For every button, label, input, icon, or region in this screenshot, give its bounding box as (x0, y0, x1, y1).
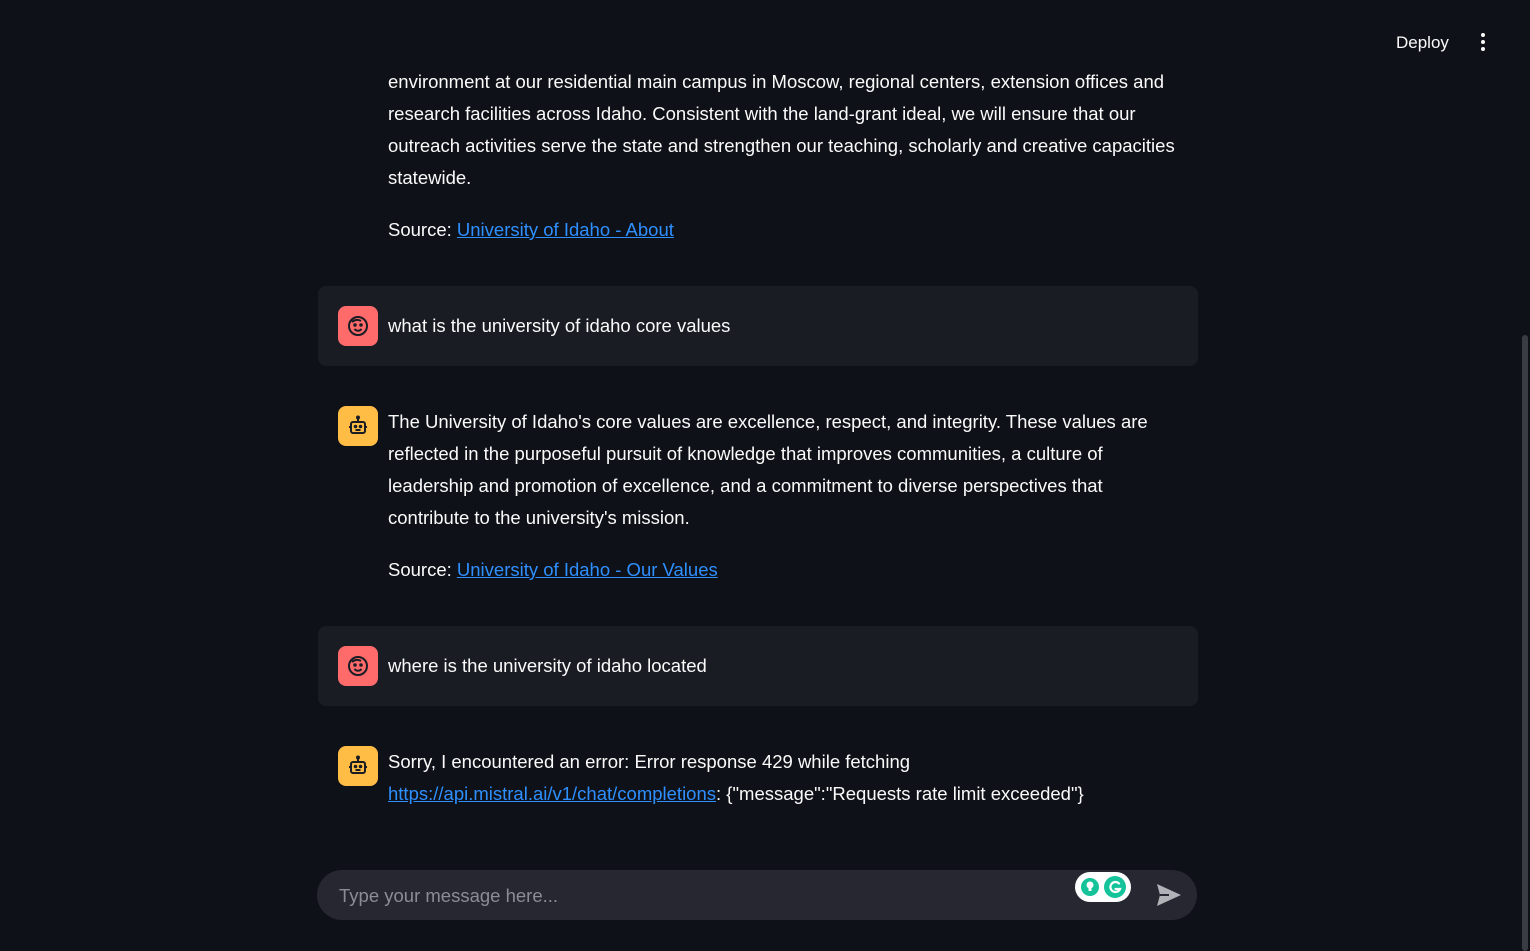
error-detail: : {"message":"Requests rate limit exceed… (716, 783, 1084, 804)
app-header: Deploy (0, 0, 1530, 60)
chat-message-assistant: Sorry, I encountered an error: Error res… (318, 746, 1198, 826)
chat-message-assistant: The University of Idaho's core values ar… (318, 406, 1198, 596)
source-line: Source: University of Idaho - About (388, 214, 1188, 246)
source-line: Source: University of Idaho - Our Values (388, 554, 1188, 586)
user-avatar (338, 306, 378, 346)
source-prefix: Source: (388, 219, 457, 240)
main-menu-icon[interactable] (1474, 31, 1492, 55)
grammarly-icon (1103, 876, 1126, 898)
chat-message-user: what is the university of idaho core val… (318, 286, 1198, 366)
send-button[interactable] (1155, 882, 1183, 908)
assistant-avatar (338, 406, 378, 446)
chat-message-user: where is the university of idaho located (318, 626, 1198, 706)
source-prefix: Source: (388, 559, 457, 580)
assistant-avatar (338, 746, 378, 786)
message-paragraph: The University of Idaho's core values ar… (388, 411, 1148, 528)
chat-message-assistant: environment at our residential main camp… (318, 66, 1198, 256)
message-text: what is the university of idaho core val… (388, 315, 731, 336)
chat-input-container (317, 870, 1197, 922)
user-avatar (338, 646, 378, 686)
message-content: environment at our residential main camp… (388, 66, 1188, 246)
source-link[interactable]: University of Idaho - Our Values (457, 559, 718, 580)
message-content: Sorry, I encountered an error: Error res… (388, 746, 1188, 810)
message-text: where is the university of idaho located (388, 655, 707, 676)
scrollbar-thumb[interactable] (1522, 335, 1528, 951)
smiling-face-icon (348, 316, 368, 336)
message-content: The University of Idaho's core values ar… (388, 406, 1188, 586)
chat-input[interactable] (337, 870, 1071, 922)
message-paragraph: environment at our residential main camp… (388, 71, 1175, 188)
error-url-link[interactable]: https://api.mistral.ai/v1/chat/completio… (388, 783, 716, 804)
grammarly-widget[interactable] (1075, 872, 1131, 902)
robot-icon (349, 415, 367, 434)
send-arrow-icon (1157, 884, 1181, 906)
source-link[interactable]: University of Idaho - About (457, 219, 674, 240)
lightbulb-icon (1080, 878, 1099, 896)
smiling-face-icon (348, 656, 368, 676)
error-text: Sorry, I encountered an error: Error res… (388, 751, 911, 772)
robot-icon (349, 755, 367, 774)
scrollbar[interactable] (1520, 0, 1530, 951)
deploy-button[interactable]: Deploy (1384, 30, 1461, 56)
